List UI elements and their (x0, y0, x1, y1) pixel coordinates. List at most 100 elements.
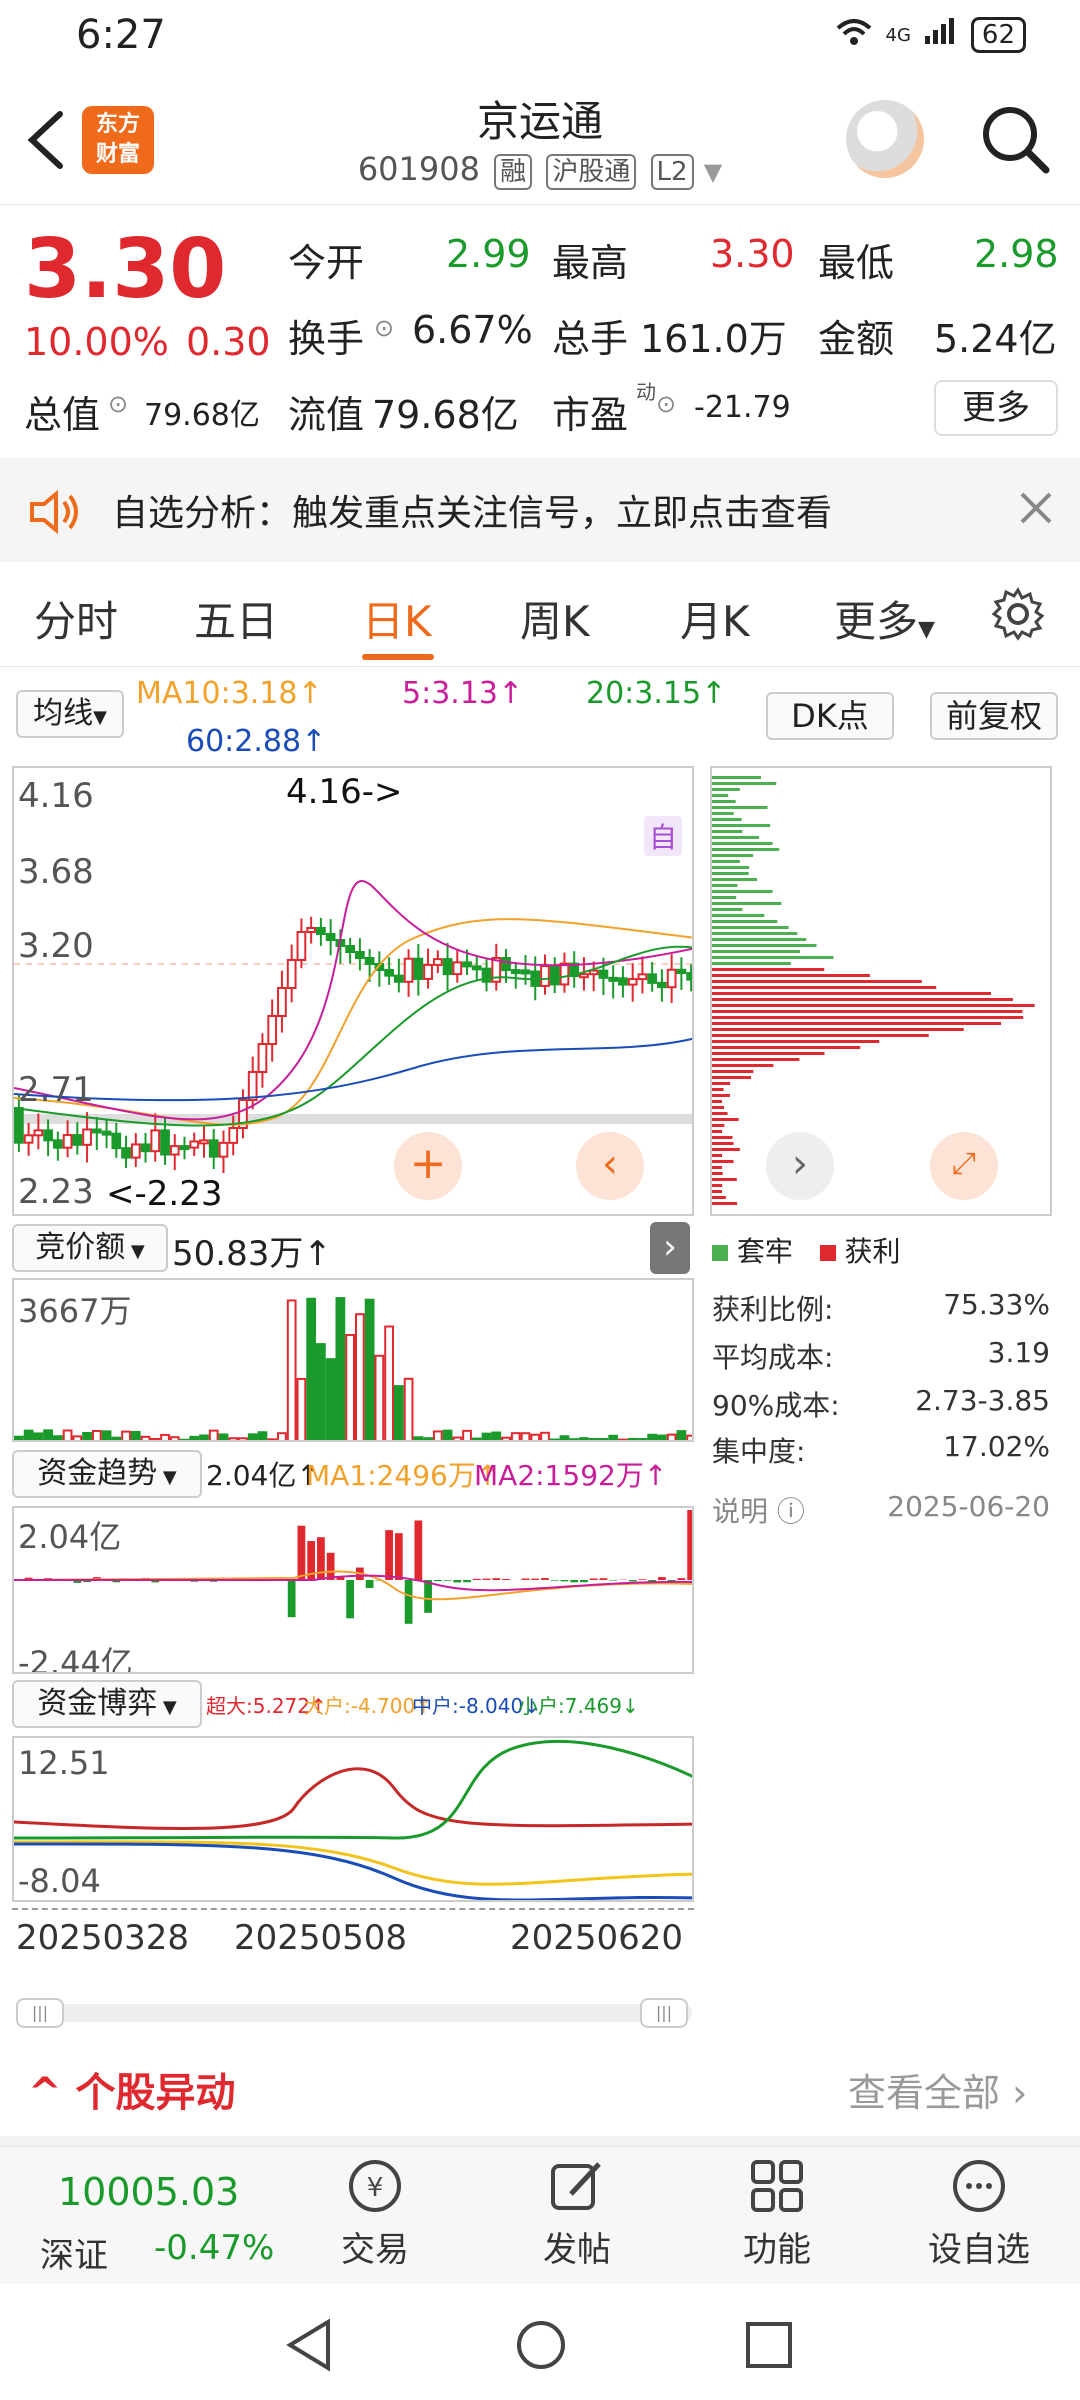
index-value[interactable]: 10005.03 (58, 2170, 239, 2214)
kline-chart[interactable]: 4.16 3.68 3.20 2.71 2.23 4.16-> <-2.23 自… (12, 766, 694, 1216)
bid-bar (618, 1438, 628, 1440)
ma10-value: MA10:3.18↑ (136, 676, 323, 711)
bid-bar (179, 1438, 190, 1440)
candle-body (218, 1141, 229, 1158)
bid-bar (325, 1358, 336, 1440)
chip-bar (712, 992, 992, 995)
info-icon[interactable]: ⊙ (108, 390, 128, 418)
index-name[interactable]: 深证 (40, 2228, 108, 2277)
view-all-link[interactable]: 查看全部 › (848, 2062, 1027, 2117)
chip-bar (712, 1052, 825, 1055)
banner-text[interactable]: 自选分析：触发重点关注信号，立即点击查看 (112, 484, 832, 536)
chip-bar (712, 986, 937, 989)
candle-body (33, 1129, 44, 1137)
movement-section-title[interactable]: ^ 个股异动 (28, 2060, 235, 2118)
chip-bar (712, 1136, 733, 1139)
nav-post[interactable]: 发帖 (512, 2156, 642, 2271)
nav-add-watchlist[interactable]: 设自选 (914, 2156, 1044, 2271)
range-slider-track[interactable] (16, 2004, 692, 2022)
chip-bar (712, 878, 758, 881)
index-change[interactable]: -0.47% (154, 2228, 274, 2268)
more-quote-button[interactable]: 更多 (934, 380, 1058, 436)
bid-bar (666, 1433, 677, 1440)
tag-connect: 沪股通 (546, 154, 637, 190)
candle-body (549, 965, 560, 986)
kline-y-label: 3.20 (18, 926, 94, 966)
candle-body (413, 957, 424, 980)
dk-point-button[interactable]: DK点 (766, 692, 894, 740)
fund-bar (287, 1580, 296, 1618)
chip-bar (712, 854, 754, 857)
series-small-line (14, 1739, 692, 1840)
chip-bar (712, 962, 791, 965)
bid-bar (247, 1433, 258, 1440)
volume-value: 161.0万 (640, 317, 787, 361)
gear-icon[interactable] (990, 586, 1046, 646)
bid-bar (228, 1437, 239, 1440)
chip-bar (712, 1166, 722, 1169)
game-y-label: -8.04 (18, 1862, 101, 1900)
tab-five-day[interactable]: 五日 (194, 588, 278, 649)
fund-bar (589, 1578, 598, 1580)
network-label: 4G (885, 24, 911, 46)
series-medium-line (14, 1842, 692, 1900)
tab-weekly-k[interactable]: 周K (520, 588, 590, 649)
chip-bar (712, 884, 738, 887)
robot-assistant-icon[interactable] (846, 100, 924, 178)
chip-90-cost-label: 90%成本: (712, 1389, 840, 1422)
info-icon: ⓘ (776, 1495, 805, 1528)
info-icon[interactable]: ⊙ (656, 390, 676, 418)
bid-bar (452, 1436, 463, 1440)
bid-bar (413, 1436, 424, 1440)
candle-body (169, 1145, 180, 1156)
chip-bar (712, 968, 825, 971)
bid-amount-selector[interactable]: 竞价额 ▼ (12, 1224, 168, 1272)
tab-intraday[interactable]: 分时 (34, 588, 118, 649)
nav-function[interactable]: 功能 (712, 2156, 842, 2271)
adjust-button[interactable]: 前复权 (930, 692, 1058, 740)
amount-label: 金额 (818, 317, 895, 361)
fund-trend-ma1: MA1:2496万↑ (306, 1459, 500, 1492)
candle-body (277, 987, 287, 1017)
candle-body (160, 1129, 170, 1156)
search-icon[interactable] (978, 102, 1052, 176)
indicator-selector[interactable]: 均线▼ (16, 690, 124, 738)
bid-bar (238, 1437, 248, 1440)
tab-monthly-k[interactable]: 月K (680, 588, 750, 649)
close-icon[interactable] (1018, 490, 1054, 530)
expand-icon[interactable]: ⤢ (930, 1132, 998, 1200)
bid-bar (33, 1432, 44, 1440)
chip-note[interactable]: 说明 ⓘ (712, 1490, 805, 1530)
fund-trend-selector[interactable]: 资金趋势 ▼ (12, 1450, 202, 1498)
bid-bar (442, 1429, 453, 1440)
pe-superscript: 动 (636, 380, 656, 404)
chevron-right-icon[interactable]: › (650, 1222, 690, 1274)
range-handle-left[interactable]: ||| (16, 1998, 64, 2028)
system-back-icon[interactable] (284, 2318, 334, 2376)
fund-trend-value: 2.04亿↑ (206, 1459, 320, 1492)
system-home-icon[interactable] (514, 2318, 568, 2376)
tab-more[interactable]: 更多▼ (834, 588, 935, 649)
tab-daily-k[interactable]: 日K (362, 588, 432, 649)
fund-game-selector[interactable]: 资金博弈 ▼ (12, 1680, 202, 1728)
nav-trade[interactable]: ¥ 交易 (310, 2156, 440, 2271)
fund-bar (326, 1552, 335, 1580)
bid-bar (335, 1297, 346, 1440)
bid-bar (43, 1429, 53, 1440)
stock-code: 601908 (357, 150, 480, 188)
candle-body (179, 1145, 190, 1151)
chip-distribution[interactable]: › ⤢ (710, 766, 1052, 1216)
candle-body (43, 1129, 53, 1142)
fund-bar (414, 1520, 423, 1580)
bid-bar (140, 1435, 151, 1440)
candle-body (579, 973, 589, 979)
info-icon[interactable]: ⊙ (374, 314, 394, 342)
chevron-left-icon[interactable]: ‹ (576, 1132, 644, 1200)
range-handle-right[interactable]: ||| (640, 1998, 688, 2028)
fund-bar (443, 1580, 452, 1581)
chip-bar (712, 812, 734, 815)
chevron-right-icon[interactable]: › (766, 1132, 834, 1200)
system-recents-icon[interactable] (744, 2320, 794, 2374)
add-drawing-button[interactable]: + (394, 1132, 462, 1200)
chip-bar (712, 1178, 737, 1181)
